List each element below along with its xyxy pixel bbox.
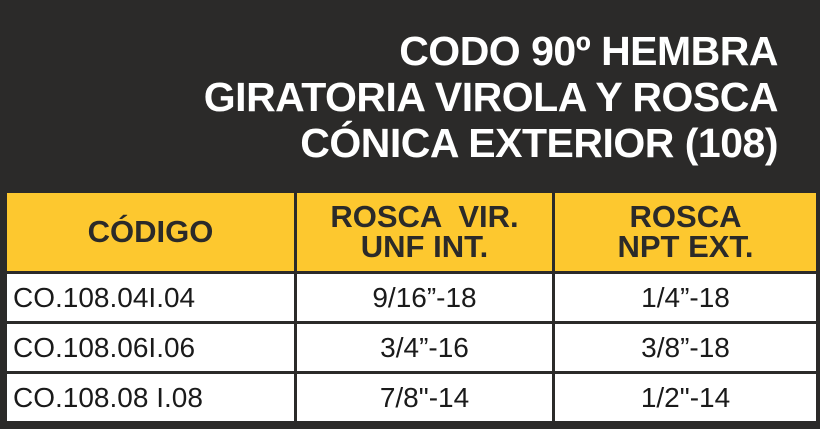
table-row: CO.108.04I.04 9/16”-18 1/4”-18 <box>4 271 819 324</box>
spec-table: CÓDIGO ROSCA VIR. UNF INT. ROSCA NPT EXT… <box>4 190 819 424</box>
unf-thread-cell: 9/16”-18 <box>294 271 555 324</box>
product-spec-card: CODO 90º HEMBRA GIRATORIA VIROLA Y ROSCA… <box>0 0 820 429</box>
product-title: CODO 90º HEMBRA GIRATORIA VIROLA Y ROSCA… <box>4 0 816 190</box>
title-line-2: GIRATORIA VIROLA Y ROSCA <box>203 74 779 120</box>
code-cell: CO.108.04I.04 <box>4 271 297 324</box>
unf-thread-cell: 7/8"-14 <box>294 371 555 424</box>
code-cell: CO.108.06I.06 <box>4 321 297 374</box>
npt-thread-cell: 3/8”-18 <box>552 321 819 374</box>
code-cell: CO.108.08 I.08 <box>4 371 297 424</box>
table-row: CO.108.06I.06 3/4”-16 3/8”-18 <box>4 321 819 374</box>
title-line-1: CODO 90º HEMBRA <box>399 28 778 74</box>
header-codigo-label: CÓDIGO <box>87 214 214 249</box>
header-row: CÓDIGO ROSCA VIR. UNF INT. ROSCA NPT EXT… <box>4 190 819 274</box>
title-line-3: CÓNICA EXTERIOR (108) <box>300 120 778 166</box>
header-codigo: CÓDIGO <box>4 190 297 274</box>
header-rosca-vir-line2: UNF INT. <box>360 229 489 264</box>
header-rosca-npt-line2: NPT EXT. <box>617 229 754 264</box>
npt-thread-cell: 1/2"-14 <box>552 371 819 424</box>
header-rosca-vir: ROSCA VIR. UNF INT. <box>294 190 555 274</box>
unf-thread-cell: 3/4”-16 <box>294 321 555 374</box>
table-row: CO.108.08 I.08 7/8"-14 1/2"-14 <box>4 371 819 424</box>
npt-thread-cell: 1/4”-18 <box>552 271 819 324</box>
header-rosca-npt: ROSCA NPT EXT. <box>552 190 819 274</box>
